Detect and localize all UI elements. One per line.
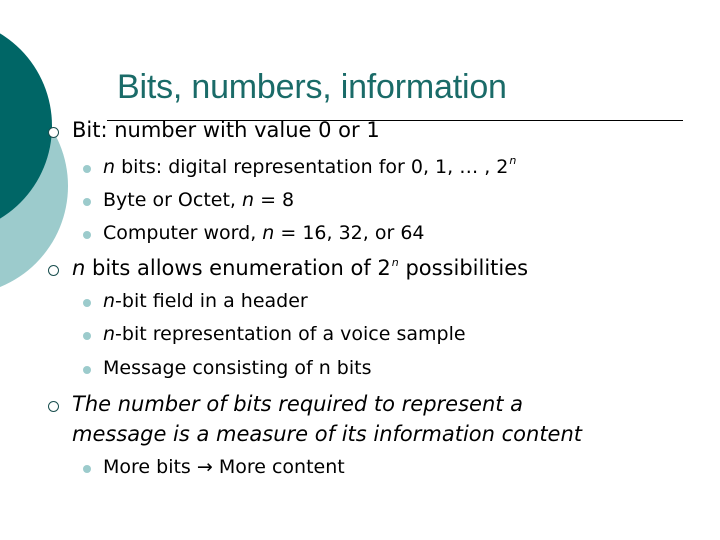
hollow-circle-bullet-icon [48,265,59,276]
bullet-text-suffix: = 16, 32, or 64 [274,222,425,244]
bullet-text: -bit field in a header [115,290,308,312]
bullet-text: Computer word, [103,222,263,244]
italic-var: n [103,156,116,178]
italic-var: n [262,222,275,244]
bullet-level1: n bits allows enumeration of 2n possibil… [48,256,529,280]
superscript: n [509,154,517,167]
bullet-level1: The number of bits required to represent… [48,392,524,416]
bullet-level2: n-bit field in a header [83,290,308,312]
bullet-level2: Message consisting of n bits [83,357,372,379]
filled-dot-bullet-icon [83,366,91,374]
bullet-text: More bits → More content [103,456,345,478]
hollow-circle-bullet-icon [48,127,59,138]
filled-dot-bullet-icon [83,299,91,307]
bullet-level2: Byte or Octet, n = 8 [83,189,295,211]
bullet-level1-continuation: message is a measure of its information … [72,422,582,446]
italic-var: n [103,323,116,345]
superscript: n [391,256,399,269]
bullet-text: Bit: number with value 0 or 1 [72,118,380,142]
bullet-text: -bit representation of a voice sample [115,323,466,345]
italic-var: n [72,256,86,280]
slide-title: Bits, numbers, information [117,68,507,106]
hollow-circle-bullet-icon [48,401,59,412]
bullet-level2: n bits: digital representation for 0, 1,… [83,154,517,178]
filled-dot-bullet-icon [83,198,91,206]
bullet-text: bits allows enumeration of 2 [85,256,391,280]
bullet-text: Byte or Octet, [103,189,243,211]
bullet-level2: Computer word, n = 16, 32, or 64 [83,222,425,244]
filled-dot-bullet-icon [83,332,91,340]
bullet-text: message is a measure of its information … [72,422,583,446]
bullet-level1: Bit: number with value 0 or 1 [48,118,380,142]
bullet-text: The number of bits required to represent… [72,392,524,416]
bullet-text: Message consisting of n bits [103,357,372,379]
italic-var: n [103,290,116,312]
bullet-text-suffix: possibilities [398,256,529,280]
filled-dot-bullet-icon [83,465,91,473]
bullet-level2: More bits → More content [83,456,345,478]
italic-var: n [242,189,255,211]
bullet-text-suffix: = 8 [254,189,295,211]
bullet-text: bits: digital representation for 0, 1, …… [115,156,509,178]
filled-dot-bullet-icon [83,231,91,239]
bullet-level2: n-bit representation of a voice sample [83,323,466,345]
filled-dot-bullet-icon [83,165,91,173]
